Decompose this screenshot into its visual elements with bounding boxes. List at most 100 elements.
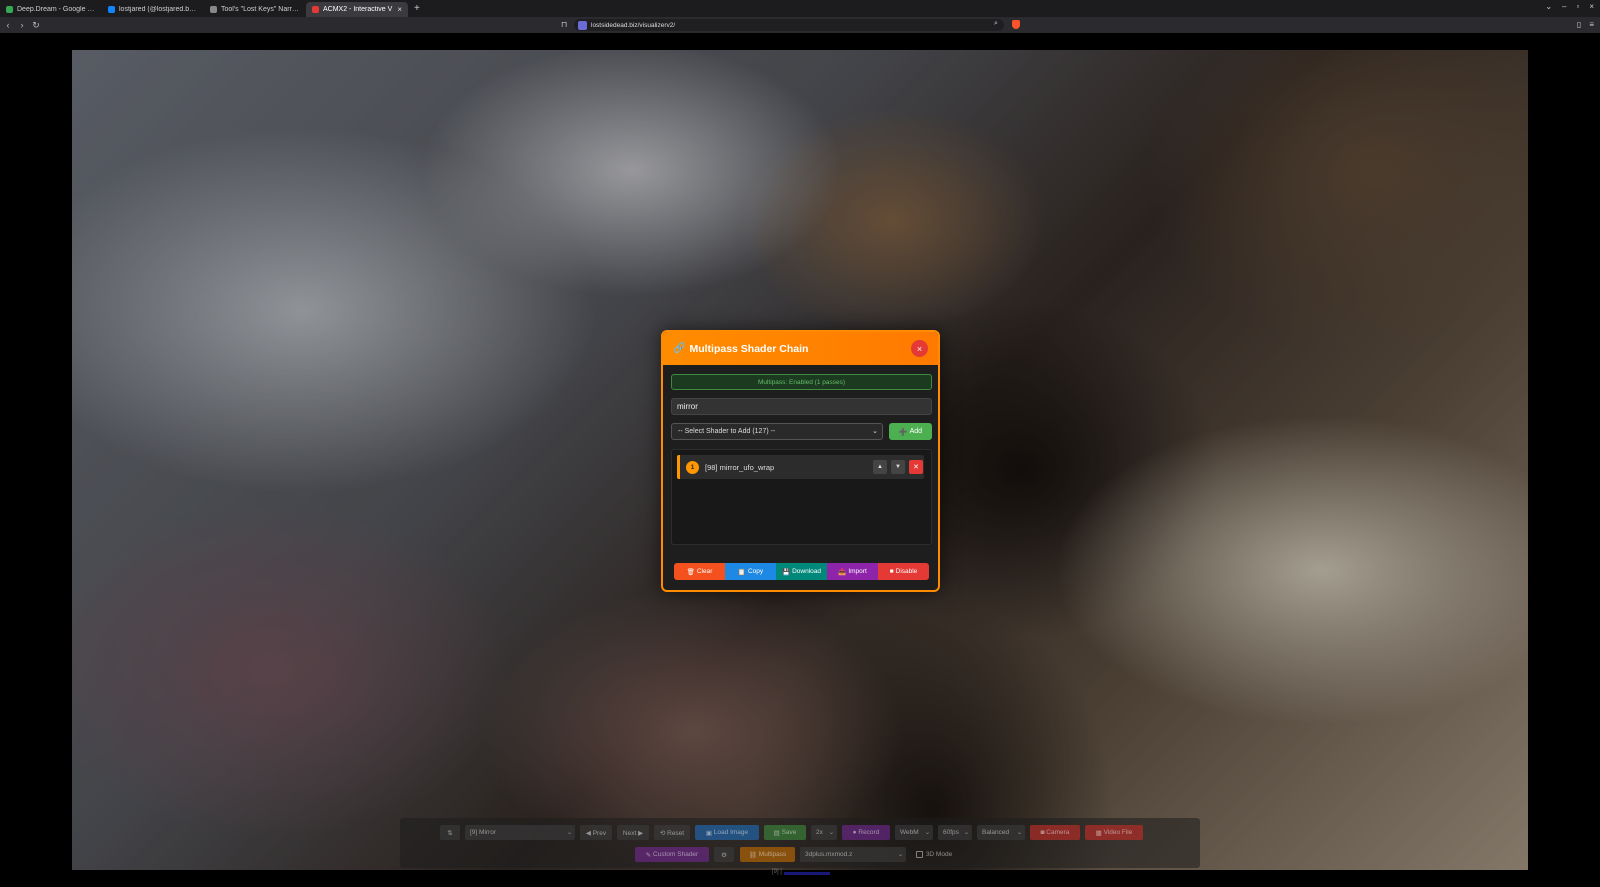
3d-mode-toggle[interactable]: 3D Mode [911, 847, 957, 862]
move-down-button[interactable]: ▼ [891, 460, 905, 474]
close-modal-button[interactable]: × [911, 340, 928, 357]
next-button[interactable]: Next ▶ [617, 825, 649, 840]
reload-icon[interactable]: ↻ [30, 20, 42, 31]
scale-dropdown[interactable]: 2x ⌄ [811, 825, 837, 840]
add-label: Add [909, 428, 923, 435]
pass-index-badge: 1 [686, 460, 699, 474]
google-drive-icon [6, 5, 13, 13]
prev-button[interactable]: ◀ Prev [580, 825, 612, 840]
save-icon: 💾 [781, 568, 791, 576]
load-image-button[interactable]: ▣ Load Image [695, 825, 759, 840]
sparkle-icon [210, 5, 217, 13]
reset-button[interactable]: ⟲ Reset [654, 825, 690, 840]
back-icon[interactable]: ‹ [2, 20, 14, 30]
menu-icon[interactable]: ≡ [1589, 20, 1594, 29]
shader-select[interactable]: -- Select Shader to Add (127) -- ⌄ [671, 423, 883, 440]
clear-label: Clear [696, 568, 713, 575]
maximize-icon[interactable]: ▫ [1576, 2, 1579, 11]
fps-dropdown[interactable]: 60fps ⌄ [938, 825, 972, 840]
minimize-icon[interactable]: – [1562, 2, 1566, 11]
zoom-icon[interactable]: ⌕ [994, 20, 998, 28]
save-button[interactable]: ▤ Save [764, 825, 806, 840]
model-dropdown[interactable]: 3dplus.mxmod.z ⌄ [800, 847, 906, 862]
move-up-button[interactable]: ▲ [873, 460, 887, 474]
model-value: 3dplus.mxmod.z [805, 851, 853, 858]
multipass-label: Multipass [758, 851, 787, 858]
tab-title: Deep.Dream - Google Drive [17, 5, 96, 13]
chevron-down-icon: ⌄ [963, 830, 969, 836]
plus-icon: ➕ [898, 428, 908, 436]
clear-button[interactable]: 🗑 Clear [674, 563, 725, 580]
sidebar-icon[interactable]: ▯ [1577, 20, 1581, 29]
video-file-button[interactable]: ▦ Video File [1085, 825, 1143, 840]
3d-mode-label: 3D Mode [925, 851, 953, 858]
inbox-icon: 📥 [838, 568, 847, 576]
custom-shader-label: Custom Shader [653, 851, 699, 858]
tab-lost-keys[interactable]: Tool's "Lost Keys" Narrativ [204, 2, 306, 17]
download-button[interactable]: 💾 Download [776, 563, 827, 580]
tab-close-icon[interactable]: × [397, 5, 402, 14]
swap-button[interactable]: ⇅ [440, 825, 460, 840]
recording-icon [312, 5, 319, 13]
disable-label: Disable [895, 568, 918, 575]
multipass-modal: 🔗 Multipass Shader Chain × Multipass: En… [661, 330, 940, 592]
quality-value: Balanced [982, 829, 1010, 836]
save-icon: ▤ [773, 829, 782, 837]
quality-dropdown[interactable]: Balanced ⌄ [977, 825, 1025, 840]
url-text: lostsidedead.biz/visualizerv2/ [591, 21, 676, 29]
status-readout: [9] [ [772, 869, 783, 875]
clipboard-icon: 📋 [737, 568, 746, 576]
new-tab-button[interactable]: + [414, 3, 420, 14]
modal-header: 🔗 Multipass Shader Chain × [663, 332, 938, 365]
record-label: Record [858, 829, 880, 836]
film-icon: ▦ [1095, 829, 1104, 837]
save-label: Save [781, 829, 797, 836]
copy-button[interactable]: 📋 Copy [725, 563, 776, 580]
record-button[interactable]: ● Record [842, 825, 890, 840]
import-label: Import [848, 568, 867, 575]
chevron-down-icon: ⌄ [828, 830, 834, 836]
brave-shield-icon[interactable] [1012, 20, 1020, 29]
stop-icon: ■ [889, 568, 894, 575]
chevron-down-icon: ⌄ [924, 830, 930, 836]
site-icon [578, 20, 587, 30]
camera-label: Camera [1046, 829, 1070, 836]
tab-title: Tool's "Lost Keys" Narrativ [221, 5, 300, 13]
tab-title: ACMX2 - Interactive V [323, 5, 393, 13]
tab-google-drive[interactable]: Deep.Dream - Google Drive [0, 2, 102, 17]
shader-select-label: -- Select Shader to Add (127) -- [678, 428, 776, 435]
trash-icon: 🗑 [686, 568, 695, 576]
bluesky-icon [108, 5, 115, 13]
camera-button[interactable]: ◙ Camera [1030, 825, 1080, 840]
browser-tab-bar: Deep.Dream - Google Drive lostjared (@lo… [0, 0, 1600, 17]
video-file-label: Video File [1103, 829, 1133, 836]
shader-dropdown-value: [9] Mirror [470, 829, 496, 836]
add-shader-button[interactable]: ➕ Add [889, 423, 932, 440]
multipass-button[interactable]: ⛓ Multipass [740, 847, 795, 862]
link-icon: ⛓ [748, 851, 759, 859]
address-bar[interactable]: lostsidedead.biz/visualizerv2/ [574, 19, 1004, 31]
close-window-icon[interactable]: × [1589, 2, 1594, 11]
bookmark-icon[interactable]: ⊓ [561, 20, 567, 29]
custom-shader-button[interactable]: ✎ Custom Shader [635, 847, 709, 862]
link-icon: 🔗 [673, 343, 686, 354]
status-bar [784, 872, 830, 875]
tab-list-icon[interactable]: ⌄ [1545, 2, 1552, 11]
shader-dropdown[interactable]: [9] Mirror ⌄ [465, 825, 575, 840]
settings-button[interactable]: ⚙ [714, 847, 734, 862]
disable-button[interactable]: ■ Disable [878, 563, 929, 580]
pencil-icon: ✎ [645, 851, 654, 859]
format-value: WebM [900, 829, 919, 836]
import-button[interactable]: 📥 Import [827, 563, 878, 580]
format-dropdown[interactable]: WebM ⌄ [895, 825, 933, 840]
multipass-status: Multipass: Enabled (1 passes) [671, 374, 932, 390]
list-item[interactable]: 1 [98] mirror_ufo_wrap ▲ ▼ ✕ [677, 455, 924, 479]
tab-acmx2[interactable]: ACMX2 - Interactive V × [306, 1, 408, 17]
download-label: Download [792, 568, 821, 575]
tab-bluesky[interactable]: lostjared (@lostjared.bsky.s [102, 2, 204, 17]
copy-label: Copy [747, 568, 764, 575]
remove-pass-button[interactable]: ✕ [909, 460, 923, 474]
forward-icon[interactable]: › [16, 20, 28, 30]
pass-list: 1 [98] mirror_ufo_wrap ▲ ▼ ✕ [671, 449, 932, 545]
shader-search-input[interactable]: mirror [671, 398, 932, 415]
